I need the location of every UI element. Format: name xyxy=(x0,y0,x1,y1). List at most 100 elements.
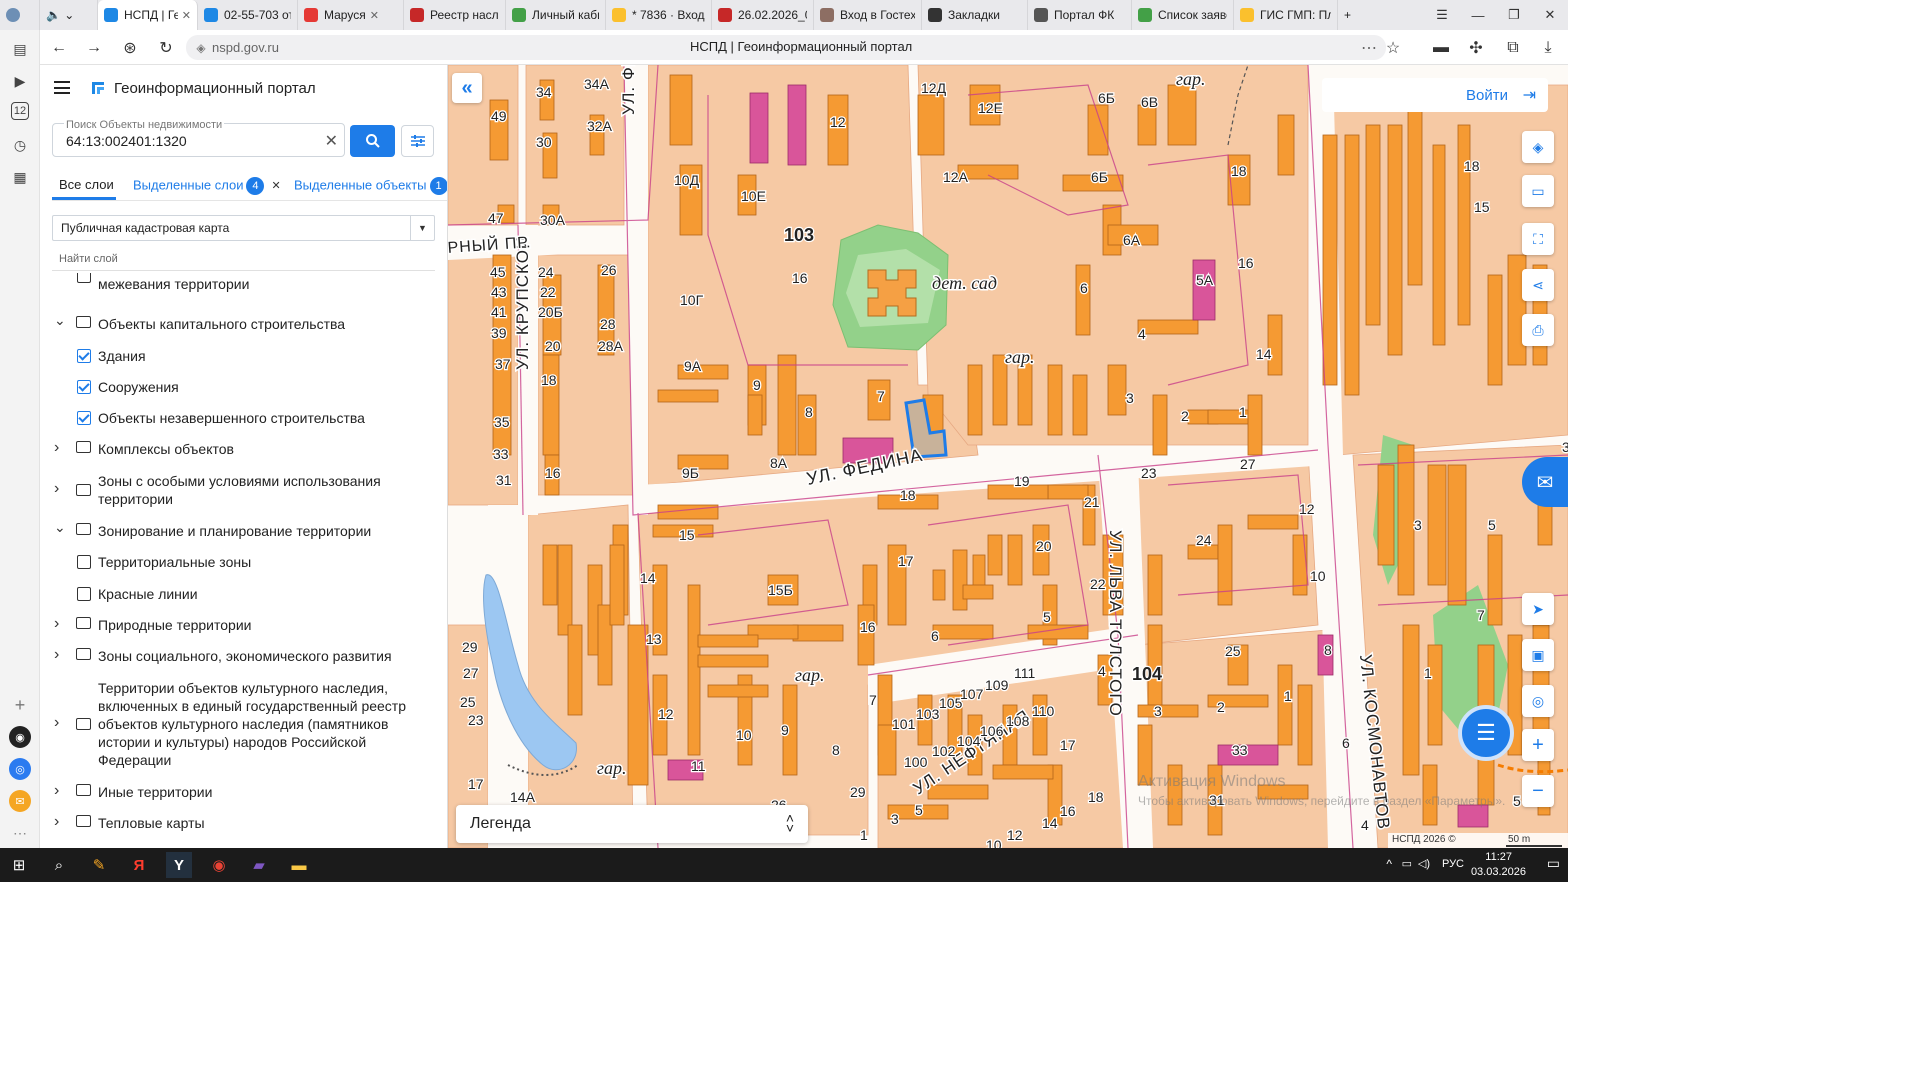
tab-all-layers[interactable]: Все слои xyxy=(59,177,114,192)
add-icon[interactable]: + xyxy=(9,694,31,716)
tab-audio-controls[interactable]: 🔈 ⌄ xyxy=(40,0,98,30)
dropdown-arrow-icon[interactable]: ▼ xyxy=(410,216,434,240)
clear-icon[interactable]: ✕ xyxy=(325,131,338,151)
alice-icon[interactable]: ◉ xyxy=(9,726,31,748)
checkbox-checked[interactable] xyxy=(77,380,91,394)
chevron-right-icon[interactable]: › xyxy=(54,782,59,800)
collections-icon[interactable]: ▤ xyxy=(9,38,31,60)
map-layer[interactable]: УЛ. ФЕДИНАУЛ. ФЕДИНУЛ. КРУПСКОЙУЛ. ЛЬВА … xyxy=(448,65,1568,848)
volume-icon[interactable]: ◁) xyxy=(1418,857,1430,870)
explorer-taskbar-icon[interactable]: ▬ xyxy=(286,852,312,878)
assistant-button[interactable]: ✉ xyxy=(1522,457,1568,507)
more-dots-icon[interactable]: ⋯ xyxy=(1358,37,1380,59)
chevron-down-icon[interactable]: ⌄ xyxy=(54,311,66,329)
browser-tab[interactable]: Реестр насле xyxy=(404,0,506,30)
checkbox-unchecked[interactable] xyxy=(77,555,91,569)
map-canvas[interactable]: УЛ. ФЕДИНАУЛ. ФЕДИНУЛ. КРУПСКОЙУЛ. ЛЬВА … xyxy=(448,65,1568,848)
browser-tab[interactable]: Закладки xyxy=(922,0,1028,30)
messenger-icon[interactable]: ◎ xyxy=(9,758,31,780)
browser-tab[interactable]: 26.02.2026_02 xyxy=(712,0,814,30)
close-tab-icon[interactable]: ✕ xyxy=(370,9,379,22)
layers-button[interactable]: ◈ xyxy=(1522,131,1554,163)
clock-date[interactable]: 03.03.2026 xyxy=(1471,866,1526,878)
chevron-right-icon[interactable]: › xyxy=(54,439,59,457)
measure-button[interactable]: ▭ xyxy=(1522,175,1554,207)
browser-tab[interactable]: Личный каби xyxy=(506,0,606,30)
app-taskbar-icon[interactable]: ▰ xyxy=(246,852,272,878)
print-button[interactable]: ⎙ xyxy=(1522,314,1554,346)
new-tab-button[interactable]: + xyxy=(1338,0,1357,30)
apps-icon[interactable]: ▦ xyxy=(9,166,31,188)
browser-tab[interactable]: 02-55-703 от xyxy=(198,0,298,30)
video-icon[interactable]: ▶ xyxy=(9,70,31,92)
search-taskbar-icon[interactable]: ⌕ xyxy=(46,852,72,878)
tray-arrow-icon[interactable]: ^ xyxy=(1386,857,1392,871)
tab-selected-objects[interactable]: Выделенные объекты 1 xyxy=(294,177,447,195)
mail-icon[interactable]: ✉ xyxy=(9,790,31,812)
yandex-taskbar-icon[interactable]: Я xyxy=(126,852,152,878)
checkbox-checked[interactable] xyxy=(77,349,91,363)
shield-icon[interactable]: ◈ xyxy=(190,37,212,59)
chevron-down-icon[interactable]: ⌄ xyxy=(54,518,66,536)
notifications-icon[interactable]: ▭ xyxy=(1547,855,1560,872)
extension-icon[interactable]: ▬ xyxy=(1430,37,1452,59)
browser-tab[interactable]: Маруся ✕ xyxy=(298,0,404,30)
restore-button[interactable]: ❐ xyxy=(1496,0,1532,30)
expand-icon[interactable]: ˄ ˅ xyxy=(786,811,794,835)
chevron-right-icon[interactable]: › xyxy=(54,646,59,664)
search-button[interactable] xyxy=(350,125,395,157)
network-icon[interactable]: ▭ xyxy=(1402,857,1412,870)
download-icon[interactable]: ⤓ xyxy=(1537,37,1559,59)
close-tab-icon[interactable]: ✕ xyxy=(182,9,191,22)
chat-button[interactable]: ☰ xyxy=(1458,705,1514,761)
base-map-select[interactable]: Публичная кадастровая карта ▼ xyxy=(52,215,435,241)
legend-panel[interactable]: Легенда ˄ ˅ xyxy=(456,805,808,843)
chevron-right-icon[interactable]: › xyxy=(54,714,59,732)
forward-icon[interactable]: → xyxy=(83,37,105,59)
find-layer-input[interactable]: Найти слой xyxy=(59,253,118,265)
lang-indicator[interactable]: РУС xyxy=(1442,858,1464,870)
more-icon[interactable]: ⋯ xyxy=(9,822,31,844)
tools-icon[interactable]: ✣ xyxy=(1465,37,1487,59)
tab-selected-layers[interactable]: Выделенные слои 4 ✕ xyxy=(133,177,281,195)
zoom-in-button[interactable]: + xyxy=(1522,729,1554,761)
chrome-taskbar-icon[interactable]: ◉ xyxy=(206,852,232,878)
collapse-panel-button[interactable]: « xyxy=(452,73,482,103)
minimap-button[interactable]: ▣ xyxy=(1522,639,1554,671)
calendar-icon[interactable]: 12 xyxy=(11,102,29,120)
profile-icon[interactable] xyxy=(0,0,40,30)
close-icon[interactable]: ✕ xyxy=(271,180,280,192)
minimize-button[interactable]: — xyxy=(1460,0,1496,30)
yandex-icon[interactable]: ⊛ xyxy=(119,37,141,59)
history-icon[interactable]: ◷ xyxy=(9,134,31,156)
close-button[interactable]: ✕ xyxy=(1532,0,1568,30)
chevron-right-icon[interactable]: ▸ xyxy=(432,177,438,191)
browser-tab[interactable]: НСПД | Гео ✕ xyxy=(98,0,198,30)
locate-button[interactable]: ➤ xyxy=(1522,593,1554,625)
checkbox-unchecked[interactable] xyxy=(77,273,91,283)
checkbox-checked[interactable] xyxy=(77,411,91,425)
browser-tab[interactable]: Портал ФК xyxy=(1028,0,1132,30)
chevron-right-icon[interactable]: › xyxy=(54,615,59,633)
select-area-button[interactable]: ⛶ xyxy=(1522,223,1554,255)
zoom-out-button[interactable]: − xyxy=(1522,775,1554,807)
yandex-browser-taskbar-icon[interactable]: Y xyxy=(166,852,192,878)
chevron-right-icon[interactable]: › xyxy=(54,480,59,498)
share-button[interactable]: ⋖ xyxy=(1522,269,1554,301)
search-value[interactable]: 64:13:002401:1320 xyxy=(66,133,187,149)
bookmark-icon[interactable]: ☆ xyxy=(1382,37,1404,59)
app-icon[interactable]: ✎ xyxy=(86,852,112,878)
geolocation-button[interactable]: ◎ xyxy=(1522,685,1554,717)
search-input[interactable]: Поиск Объекты недвижимости 64:13:002401:… xyxy=(52,119,345,157)
filter-button[interactable] xyxy=(401,125,434,157)
tab-menu-icon[interactable]: ☰ xyxy=(1424,0,1460,30)
login-button[interactable]: Войти ⇥ xyxy=(1322,78,1548,112)
clock-time[interactable]: 11:27 xyxy=(1485,851,1512,863)
collections-button-icon[interactable]: ⧉ xyxy=(1502,37,1524,59)
browser-tab[interactable]: Список заяво xyxy=(1132,0,1234,30)
checkbox-unchecked[interactable] xyxy=(77,587,91,601)
chevron-right-icon[interactable]: › xyxy=(54,813,59,831)
browser-tab[interactable]: ГИС ГМП: Пла xyxy=(1234,0,1338,30)
back-icon[interactable]: ← xyxy=(48,37,70,59)
browser-tab[interactable]: * 7836 · Входя xyxy=(606,0,712,30)
